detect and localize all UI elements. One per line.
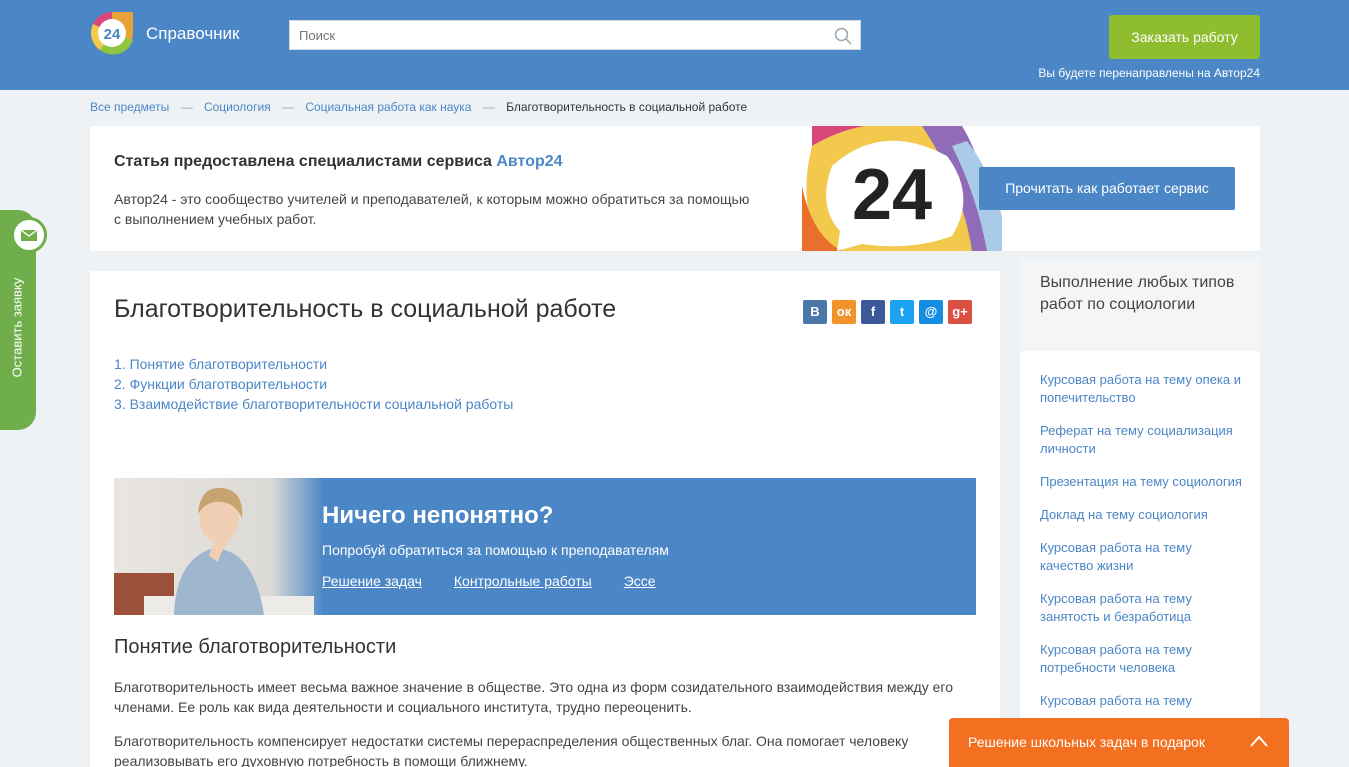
- help-subtitle: Попробуй обратиться за помощью к препода…: [322, 542, 669, 558]
- gift-bar-text: Решение школьных задач в подарок: [968, 734, 1205, 750]
- list-item: Курсовая работа на тему опека и попечите…: [1040, 371, 1245, 407]
- author24-logo-art-icon: 24: [802, 126, 1002, 251]
- facebook-share-icon[interactable]: f: [861, 300, 885, 324]
- breadcrumb-current: Благотворительность в социальной работе: [506, 100, 748, 114]
- leave-request-label: Оставить заявку: [9, 277, 25, 378]
- twitter-share-icon[interactable]: t: [890, 300, 914, 324]
- chevron-up-icon[interactable]: [1249, 733, 1269, 749]
- toc-item: 2. Функции благотворительности: [114, 374, 513, 394]
- leave-request-tab[interactable]: Оставить заявку: [0, 210, 47, 430]
- order-work-button[interactable]: Заказать работу: [1109, 15, 1260, 59]
- breadcrumb-all-subjects[interactable]: Все предметы: [90, 100, 169, 114]
- sidebar: Выполнение любых типов работ по социолог…: [1020, 259, 1260, 767]
- sidebar-link[interactable]: Курсовая работа на тему опека и попечите…: [1040, 372, 1241, 405]
- sidebar-link[interactable]: Презентация на тему социология: [1040, 474, 1242, 489]
- sidebar-link[interactable]: Курсовая работа на тему: [1040, 693, 1192, 708]
- sidebar-heading: Выполнение любых типов работ по социолог…: [1020, 259, 1260, 351]
- promo-art-number: 24: [852, 155, 932, 235]
- author24-promo-banner: Статья предоставлена специалистами серви…: [90, 126, 1260, 251]
- help-links: Решение задач Контрольные работы Эссе: [322, 573, 656, 589]
- how-service-works-button[interactable]: Прочитать как работает сервис: [979, 167, 1235, 210]
- help-link-essays[interactable]: Эссе: [624, 573, 656, 589]
- breadcrumb-sociology[interactable]: Социология: [204, 100, 271, 114]
- article-paragraph: Благотворительность компенсирует недоста…: [114, 733, 909, 767]
- sidebar-links: Курсовая работа на тему опека и попечите…: [1040, 371, 1245, 725]
- help-banner: Ничего непонятно? Попробуй обратиться за…: [114, 478, 976, 615]
- list-item: Курсовая работа на тему занятость и безр…: [1040, 590, 1245, 626]
- help-title: Ничего непонятно?: [322, 502, 554, 529]
- sidebar-link[interactable]: Реферат на тему социализация личности: [1040, 423, 1233, 456]
- school-tasks-gift-bar[interactable]: Решение школьных задач в подарок: [949, 718, 1289, 767]
- toc-link-interaction[interactable]: 3. Взаимодействие благотворительности со…: [114, 396, 513, 412]
- article-paragraph: Благотворительность имеет весьма важное …: [114, 679, 953, 715]
- toc-link-functions[interactable]: 2. Функции благотворительности: [114, 376, 327, 392]
- vk-share-icon[interactable]: В: [803, 300, 827, 324]
- section-title: Понятие благотворительности: [114, 636, 397, 658]
- sidebar-link[interactable]: Курсовая работа на тему занятость и безр…: [1040, 591, 1192, 624]
- header: 24 Справочник Заказать работу Вы будете …: [0, 0, 1349, 90]
- logo-text[interactable]: Справочник: [146, 24, 240, 44]
- envelope-icon: [11, 217, 47, 253]
- logo-icon[interactable]: 24: [90, 10, 146, 56]
- breadcrumb-separator: —: [482, 100, 495, 114]
- table-of-contents: 1. Понятие благотворительности 2. Функци…: [114, 354, 513, 414]
- redirect-note: Вы будете перенаправлены на Автор24: [1038, 66, 1260, 80]
- article: Благотворительность в социальной работе …: [90, 271, 1000, 767]
- toc-item: 1. Понятие благотворительности: [114, 354, 513, 374]
- search-input[interactable]: [290, 21, 820, 49]
- help-link-tests[interactable]: Контрольные работы: [454, 573, 592, 589]
- breadcrumb-separator: —: [282, 100, 294, 114]
- article-title: Благотворительность в социальной работе: [114, 295, 617, 323]
- help-link-problems[interactable]: Решение задач: [322, 573, 422, 589]
- list-item: Презентация на тему социология: [1040, 473, 1245, 491]
- thinking-student-photo: [114, 478, 324, 615]
- sidebar-link[interactable]: Курсовая работа на тему качество жизни: [1040, 540, 1192, 573]
- list-item: Курсовая работа на тему качество жизни: [1040, 539, 1245, 575]
- promo-brand-link[interactable]: Автор24: [496, 153, 562, 170]
- list-item: Реферат на тему социализация личности: [1040, 422, 1245, 458]
- breadcrumb: Все предметы — Социология — Социальная р…: [90, 100, 747, 114]
- logo-number: 24: [104, 26, 121, 43]
- mailru-share-icon[interactable]: @: [919, 300, 943, 324]
- sidebar-link[interactable]: Доклад на тему социология: [1040, 507, 1208, 522]
- list-item: Курсовая работа на тему потребности чело…: [1040, 641, 1245, 677]
- google-plus-share-icon[interactable]: g+: [948, 300, 972, 324]
- list-item: Доклад на тему социология: [1040, 506, 1245, 524]
- breadcrumb-separator: —: [180, 100, 193, 114]
- share-buttons: В ок f t @ g+: [803, 300, 972, 324]
- sidebar-link[interactable]: Курсовая работа на тему потребности чело…: [1040, 642, 1192, 675]
- toc-item: 3. Взаимодействие благотворительности со…: [114, 394, 513, 414]
- promo-title-prefix: Статья предоставлена специалистами серви…: [114, 153, 497, 170]
- breadcrumb-social-work[interactable]: Социальная работа как наука: [305, 100, 471, 114]
- search-icon[interactable]: [834, 27, 852, 45]
- search-box: [289, 20, 861, 50]
- promo-title: Статья предоставлена специалистами серви…: [114, 153, 563, 171]
- promo-description: Автор24 - это сообщество учителей и преп…: [114, 191, 750, 227]
- toc-link-concept[interactable]: 1. Понятие благотворительности: [114, 356, 327, 372]
- odnoklassniki-share-icon[interactable]: ок: [832, 300, 856, 324]
- list-item: Курсовая работа на тему: [1040, 692, 1245, 710]
